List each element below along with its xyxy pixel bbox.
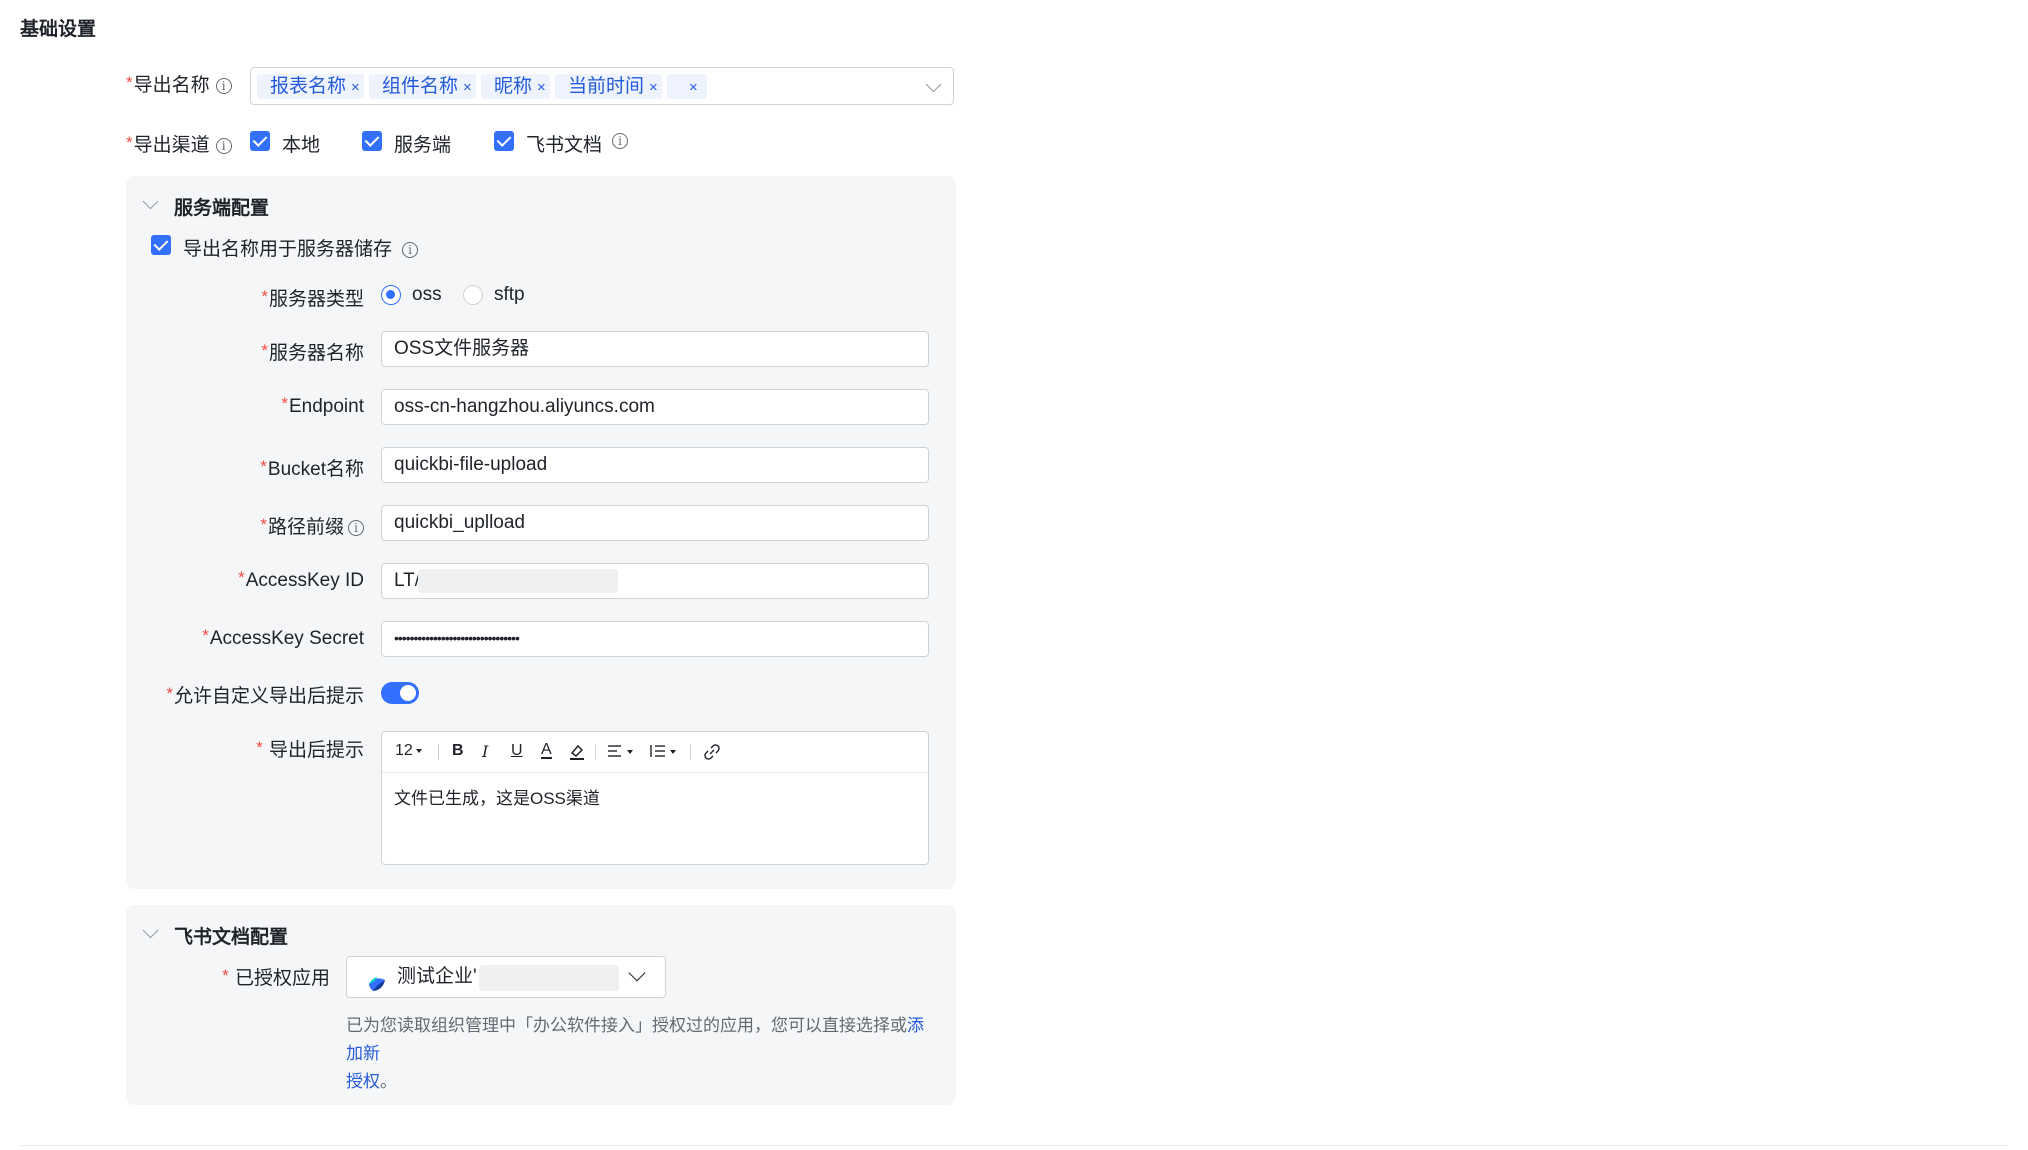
tag-custom: × xyxy=(667,74,707,99)
radio-oss-label: oss xyxy=(412,284,442,305)
access-key-secret-input[interactable]: •••••••••••••••••••••••••••••••• xyxy=(381,621,929,657)
export-name-label: *导出名称 i xyxy=(126,70,232,97)
font-color-button[interactable]: A xyxy=(541,742,552,759)
chevron-down-icon[interactable] xyxy=(925,76,942,93)
access-key-secret-label: *AccessKey Secret xyxy=(202,626,364,649)
required-mark: * xyxy=(126,133,133,152)
server-name-input[interactable]: OSS文件服务器 xyxy=(381,331,929,367)
allow-custom-tip-label: *允许自定义导出后提示 xyxy=(166,684,364,707)
tag-nickname: 昵称 × xyxy=(481,74,550,99)
endpoint-label: *Endpoint xyxy=(281,394,364,417)
toolbar-divider xyxy=(438,744,439,760)
authorized-app-select[interactable]: 测试企业' xyxy=(346,956,666,998)
use-name-for-storage-label: 导出名称用于服务器储存 i xyxy=(183,234,419,261)
checkbox-feishu-label: 飞书文档 xyxy=(526,135,603,156)
server-config-title[interactable]: 服务端配置 xyxy=(174,193,269,220)
access-key-id-input[interactable]: LT/ xyxy=(381,563,929,599)
redacted-blur xyxy=(479,965,619,991)
access-key-id-label: *AccessKey ID xyxy=(238,568,364,591)
authorized-app-hint: 已为您读取组织管理中「办公软件接入」授权过的应用，您可以直接选择或添加新 授权。 xyxy=(346,1016,924,1091)
checkbox-local-label: 本地 xyxy=(282,135,321,156)
chevron-down-icon xyxy=(628,964,646,982)
line-height-icon[interactable] xyxy=(649,743,681,759)
toolbar-divider xyxy=(595,744,596,760)
radio-sftp-label: sftp xyxy=(494,284,525,305)
feishu-logo-icon xyxy=(367,968,387,991)
radio-sftp[interactable] xyxy=(463,285,483,305)
tag-report-name: 报表名称 × xyxy=(257,74,364,99)
server-name-label: *服务器名称 xyxy=(261,341,364,364)
toolbar-divider xyxy=(690,744,691,760)
editor-divider xyxy=(382,772,928,773)
align-icon[interactable] xyxy=(607,743,639,759)
checkbox-server-label: 服务端 xyxy=(394,135,452,156)
info-icon[interactable]: i xyxy=(215,137,232,154)
close-icon[interactable]: × xyxy=(649,79,658,96)
export-name-select[interactable]: 报表名称 × 组件名称 × 昵称 × 当前时间 × × xyxy=(250,67,954,105)
checkbox-feishu[interactable] xyxy=(494,131,514,151)
post-export-tip-editor: 12 B I U A 文件已生成，这是OSS渠道 xyxy=(381,731,929,865)
info-icon[interactable]: i xyxy=(402,241,419,258)
link-icon[interactable] xyxy=(703,743,721,761)
section-title: 基础设置 xyxy=(20,19,97,40)
close-icon[interactable]: × xyxy=(537,79,546,96)
use-name-for-storage-checkbox[interactable] xyxy=(151,235,171,255)
info-icon[interactable]: i xyxy=(348,519,364,536)
server-type-label: *服务器类型 xyxy=(261,287,364,310)
bottom-divider xyxy=(20,1145,2008,1146)
checkbox-server[interactable] xyxy=(362,131,382,151)
italic-button[interactable]: I xyxy=(482,742,488,761)
bucket-label: *Bucket名称 xyxy=(260,457,364,480)
highlight-icon[interactable] xyxy=(568,742,586,760)
bucket-input[interactable]: quickbi-file-upload xyxy=(381,447,929,483)
redacted-blur xyxy=(418,569,618,593)
close-icon[interactable]: × xyxy=(463,79,472,96)
allow-custom-tip-toggle[interactable] xyxy=(381,682,419,704)
checkbox-local[interactable] xyxy=(250,131,270,151)
tag-current-time: 当前时间 × xyxy=(555,74,662,99)
close-icon[interactable]: × xyxy=(351,79,360,96)
path-prefix-label: *路径前缀 i xyxy=(260,512,364,539)
feishu-config-title[interactable]: 飞书文档配置 xyxy=(174,922,288,949)
path-prefix-input[interactable]: quickbi_uplload xyxy=(381,505,929,541)
export-channel-label: *导出渠道 i xyxy=(126,130,232,157)
required-mark: * xyxy=(126,73,133,92)
underline-button[interactable]: U xyxy=(511,742,523,760)
post-export-tip-content[interactable]: 文件已生成，这是OSS渠道 xyxy=(394,784,600,809)
info-icon[interactable]: i xyxy=(215,77,232,94)
bold-button[interactable]: B xyxy=(452,742,464,760)
add-new-auth-link[interactable]: 授权 xyxy=(346,1072,380,1091)
endpoint-input[interactable]: oss-cn-hangzhou.aliyuncs.com xyxy=(381,389,929,425)
chevron-down-icon xyxy=(415,748,422,753)
post-export-tip-label: * 导出后提示 xyxy=(256,738,364,761)
radio-oss[interactable] xyxy=(381,285,401,305)
font-size-select[interactable]: 12 xyxy=(395,742,422,760)
authorized-app-label: * 已授权应用 xyxy=(222,966,330,989)
tag-component-name: 组件名称 × xyxy=(369,74,476,99)
close-icon[interactable]: × xyxy=(689,79,698,96)
info-icon[interactable]: i xyxy=(612,133,628,149)
